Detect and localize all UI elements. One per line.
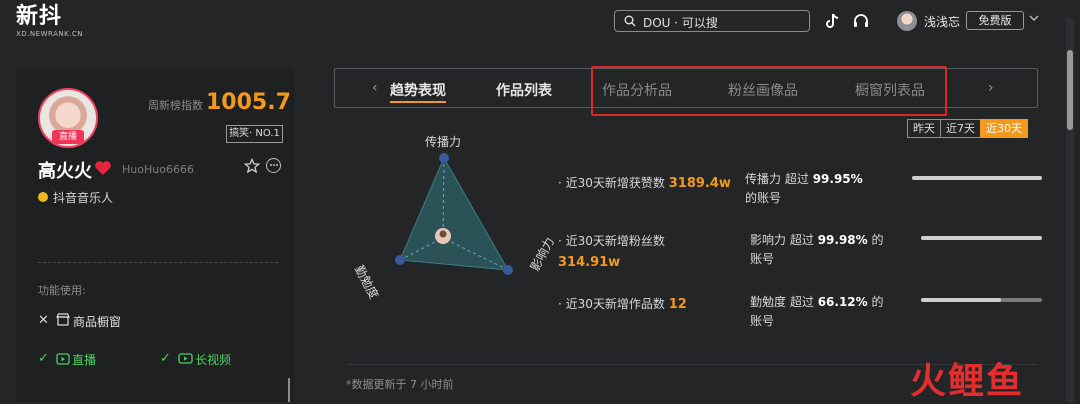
tab-prev-arrow[interactable]: ‹	[372, 80, 378, 96]
douyin-icon[interactable]	[824, 12, 842, 30]
rank-value: 1005.7	[206, 90, 291, 115]
search-icon	[624, 15, 636, 27]
percentile-influence: 影响力 超过 99.98% 的账号	[750, 233, 884, 266]
stat-likes: · 近30天新增获赞数 3189.4w	[558, 176, 731, 191]
check-icon: ✓	[160, 351, 171, 366]
highlight-box	[591, 66, 947, 116]
star-icon[interactable]	[244, 158, 260, 174]
profile-handle: HuoHuo6666	[122, 163, 194, 176]
category-label: 抖音音乐人	[53, 191, 114, 205]
divider	[38, 262, 278, 263]
active-tab-indicator	[390, 101, 446, 103]
plan-badge[interactable]: 免费版	[966, 11, 1024, 30]
search-box[interactable]: DOU · 可以搜	[614, 10, 810, 32]
logo-main: 新抖	[16, 4, 63, 29]
percentile-bar-fill	[921, 236, 1042, 240]
live-badge[interactable]: 直播	[52, 130, 84, 144]
radar-axis-spread: 传播力	[425, 135, 462, 149]
username[interactable]: 浅浅忘	[924, 13, 960, 30]
chevron-down-icon[interactable]	[1029, 13, 1039, 23]
category-icon	[38, 192, 48, 202]
range-30-days[interactable]: 近30天	[980, 119, 1028, 138]
percentile-bar-influence	[921, 236, 1042, 240]
more-icon[interactable]	[266, 158, 281, 173]
live-icon	[56, 353, 70, 365]
disabled-mark-icon: ✕	[38, 313, 49, 328]
stat-works: · 近30天新增作品数 12	[558, 297, 687, 312]
logo-domain: XD.NEWRANK.CN	[16, 30, 84, 38]
watermark-logo: 火鲤鱼	[910, 361, 1025, 402]
percentile-spread: 传播力 超过 99.95% 的账号	[745, 172, 863, 205]
panel-scrollbar[interactable]	[288, 378, 290, 402]
percentile-bar-fill	[921, 298, 1001, 302]
profile-name: 高火火	[38, 161, 92, 182]
radar-chart	[395, 153, 513, 275]
feature-live: 直播	[72, 353, 97, 367]
shop-window-icon	[56, 313, 70, 326]
tab-works-list[interactable]: 作品列表	[496, 80, 552, 100]
headset-icon[interactable]	[852, 12, 870, 30]
rank-tag[interactable]: 搞笑· NO.1	[226, 125, 283, 143]
features-label: 功能使用:	[38, 284, 86, 297]
date-range-selector: 昨天 近7天 近30天	[907, 119, 1028, 138]
user-avatar[interactable]	[897, 11, 917, 31]
percentile-diligence: 勤勉度 超过 66.12% 的账号	[750, 295, 884, 328]
rank-label: 周新榜指数	[148, 99, 203, 112]
tab-trend[interactable]: 趋势表现	[390, 80, 446, 100]
site-logo[interactable]: 新抖 XD.NEWRANK.CN	[16, 4, 83, 38]
range-7-days[interactable]: 近7天	[940, 119, 981, 138]
percentile-bar-diligence	[921, 298, 1042, 302]
page-scrollbar-thumb[interactable]	[1067, 50, 1073, 130]
feature-long-video: 长视频	[195, 353, 232, 367]
percentile-bar-fill	[912, 176, 1042, 180]
percentile-bar-spread	[912, 176, 1042, 180]
top-header: 新抖 XD.NEWRANK.CN DOU · 可以搜 浅浅忘 免费版	[0, 0, 1080, 44]
heart-icon	[95, 161, 111, 175]
tab-next-arrow[interactable]: ›	[988, 80, 994, 96]
long-video-icon	[178, 353, 193, 364]
feature-shop-window: 商品橱窗	[73, 315, 122, 329]
update-note: *数据更新于 7 小时前	[346, 378, 454, 391]
range-yesterday[interactable]: 昨天	[907, 119, 941, 138]
stat-fans: · 近30天新增粉丝数 314.91w	[558, 234, 665, 270]
search-input[interactable]: DOU · 可以搜	[643, 14, 718, 31]
check-icon: ✓	[38, 351, 49, 366]
